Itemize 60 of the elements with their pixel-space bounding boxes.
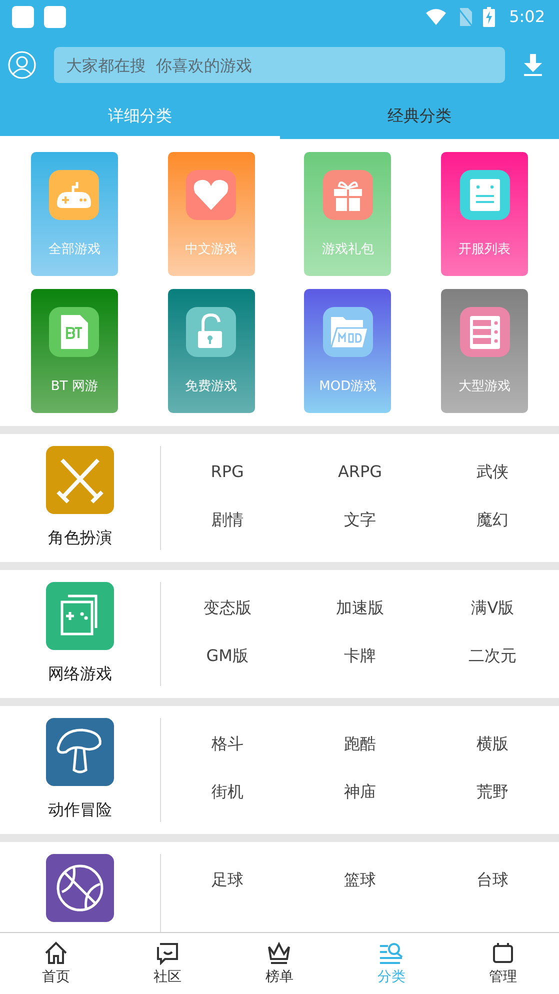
- tile-label: 全部游戏: [48, 241, 100, 258]
- download-icon[interactable]: [523, 54, 543, 76]
- genre-link[interactable]: 武侠: [426, 462, 559, 510]
- tile-label: BT 网游: [50, 378, 98, 395]
- tile-label: 开服列表: [458, 241, 511, 258]
- tile-label: 中文游戏: [185, 241, 238, 258]
- server-icon: [460, 307, 510, 357]
- tile-label: MOD游戏: [319, 378, 377, 395]
- mod-icon: [322, 307, 373, 357]
- genre-link[interactable]: 满V版: [426, 598, 559, 646]
- gamepad-icon: [49, 170, 100, 220]
- genre-link[interactable]: 加速版: [294, 598, 426, 646]
- user-avatar-icon[interactable]: [8, 51, 36, 79]
- genre-link[interactable]: 剧情: [161, 510, 294, 558]
- genre-link[interactable]: 卡牌: [294, 646, 426, 694]
- genre-link[interactable]: 横版: [426, 734, 559, 782]
- tile-label: 游戏礼包: [322, 241, 374, 258]
- genre-link[interactable]: 格斗: [161, 734, 294, 782]
- section-title: 网络游戏: [48, 664, 112, 685]
- notification-icon: [12, 6, 34, 28]
- home-icon: [42, 941, 69, 965]
- genre-link[interactable]: 台球: [426, 870, 559, 918]
- category-tab[interactable]: 经典分类: [280, 97, 559, 139]
- genre-link[interactable]: 篮球: [294, 870, 426, 918]
- list-icon: [460, 170, 510, 220]
- wifi-icon: [425, 8, 448, 26]
- section-title: 动作冒险: [48, 800, 112, 821]
- tile-label: 免费游戏: [185, 378, 238, 395]
- genre-link[interactable]: GM版: [161, 646, 294, 694]
- notification-icon: [44, 6, 66, 28]
- gift-icon: [322, 170, 373, 220]
- nav-tab[interactable]: 社区: [112, 933, 224, 994]
- genre-link[interactable]: ARPG: [294, 462, 426, 510]
- genre-link[interactable]: 神庙: [294, 782, 426, 830]
- section-title: 角色扮演: [48, 528, 112, 549]
- tile-label: 大型游戏: [458, 378, 511, 395]
- no-sim-icon: [457, 6, 474, 26]
- category-icon: [378, 941, 404, 965]
- genre-link[interactable]: 足球: [161, 870, 294, 918]
- crown-icon: [266, 941, 292, 965]
- nav-tab[interactable]: 榜单: [224, 933, 336, 994]
- chat-icon: [154, 941, 181, 965]
- battery-icon: [483, 6, 496, 26]
- genre-link[interactable]: 荒野: [426, 782, 559, 830]
- network-icon[interactable]: [46, 582, 114, 650]
- genre-link[interactable]: 魔幻: [426, 510, 559, 558]
- swords-icon[interactable]: [46, 446, 114, 514]
- genre-link[interactable]: 二次元: [426, 646, 559, 694]
- status-time: 5:02: [509, 7, 545, 26]
- genre-link[interactable]: 变态版: [161, 598, 294, 646]
- search-field[interactable]: 大家都在搜 你喜欢的游戏: [54, 47, 505, 83]
- mushroom-icon[interactable]: [46, 718, 114, 786]
- nav-tab[interactable]: 首页: [0, 933, 112, 994]
- bt-icon: [49, 307, 100, 357]
- genre-link[interactable]: 文字: [294, 510, 426, 558]
- nav-tab[interactable]: 管理: [447, 933, 559, 994]
- unlock-icon: [186, 307, 236, 357]
- genre-link[interactable]: 街机: [161, 782, 294, 830]
- genre-link[interactable]: 跑酷: [294, 734, 426, 782]
- genre-link[interactable]: RPG: [161, 462, 294, 510]
